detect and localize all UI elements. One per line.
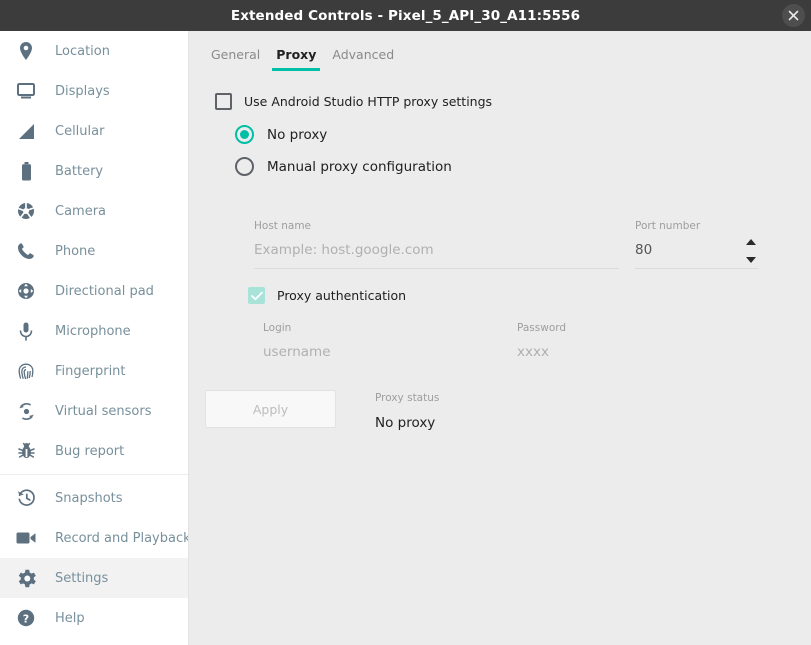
sidebar-item-label: Camera	[55, 204, 106, 219]
rotation-sensor-icon	[13, 398, 39, 424]
sidebar-item-settings[interactable]: Settings	[0, 558, 188, 598]
no-proxy-radio[interactable]	[235, 125, 254, 144]
proxy-status-label: Proxy status	[375, 392, 439, 404]
video-camera-icon	[13, 525, 39, 551]
location-pin-icon	[13, 38, 39, 64]
sidebar-item-label: Fingerprint	[55, 364, 126, 379]
tab-bar: General Proxy Advanced	[203, 47, 402, 71]
manual-proxy-radio[interactable]	[235, 157, 254, 176]
tab-proxy[interactable]: Proxy	[268, 47, 324, 71]
sidebar-item-cellular[interactable]: Cellular	[0, 111, 188, 151]
sidebar-item-label: Location	[55, 44, 110, 59]
login-input[interactable]: username	[263, 341, 498, 363]
sidebar-item-label: Microphone	[55, 324, 131, 339]
history-clock-icon	[13, 485, 39, 511]
password-input[interactable]: xxxx	[517, 341, 752, 363]
battery-icon	[13, 158, 39, 184]
manual-proxy-label: Manual proxy configuration	[267, 159, 452, 175]
sidebar-item-camera[interactable]: Camera	[0, 191, 188, 231]
sidebar-item-label: Settings	[55, 571, 108, 586]
no-proxy-row[interactable]: No proxy	[235, 123, 795, 146]
sidebar-item-label: Snapshots	[55, 491, 123, 506]
sidebar-item-microphone[interactable]: Microphone	[0, 311, 188, 351]
sidebar-item-label: Bug report	[55, 444, 124, 459]
window-body: Location Displays Cellular Battery Camer	[0, 31, 811, 645]
bug-icon	[13, 438, 39, 464]
password-field-block: Password xxxx	[517, 322, 752, 363]
port-number-input[interactable]: 80	[635, 239, 758, 261]
close-icon[interactable]	[782, 4, 805, 27]
host-name-input[interactable]: Example: host.google.com	[254, 239, 619, 261]
use-studio-proxy-checkbox[interactable]	[215, 93, 232, 110]
host-name-underline	[254, 268, 619, 269]
svg-text:?: ?	[23, 612, 29, 625]
monitor-icon	[13, 78, 39, 104]
login-label: Login	[263, 322, 498, 334]
use-studio-proxy-row[interactable]: Use Android Studio HTTP proxy settings	[215, 93, 795, 110]
sidebar-divider	[0, 474, 188, 475]
sidebar-item-record-and-playback[interactable]: Record and Playback	[0, 518, 188, 558]
host-name-label: Host name	[254, 220, 619, 232]
port-number-underline	[635, 268, 758, 269]
sidebar-item-bug-report[interactable]: Bug report	[0, 431, 188, 471]
camera-aperture-icon	[13, 198, 39, 224]
sidebar-item-phone[interactable]: Phone	[0, 231, 188, 271]
sidebar-item-snapshots[interactable]: Snapshots	[0, 478, 188, 518]
stepper-down-icon[interactable]	[746, 257, 756, 263]
window-titlebar: Extended Controls - Pixel_5_API_30_A11:5…	[0, 0, 811, 31]
password-label: Password	[517, 322, 752, 334]
phone-handset-icon	[13, 238, 39, 264]
sidebar-item-fingerprint[interactable]: Fingerprint	[0, 351, 188, 391]
window-title: Extended Controls - Pixel_5_API_30_A11:5…	[231, 8, 580, 24]
sidebar-item-location[interactable]: Location	[0, 31, 188, 71]
tab-advanced[interactable]: Advanced	[324, 47, 402, 71]
sidebar-item-directional-pad[interactable]: Directional pad	[0, 271, 188, 311]
proxy-authentication-checkbox[interactable]	[248, 287, 265, 304]
sidebar-item-label: Directional pad	[55, 284, 154, 299]
proxy-authentication-row[interactable]: Proxy authentication	[248, 287, 406, 304]
port-number-stepper[interactable]	[744, 239, 758, 263]
sidebar: Location Displays Cellular Battery Camer	[0, 31, 189, 645]
port-number-field-block: Port number 80	[635, 220, 758, 269]
login-field-block: Login username	[263, 322, 498, 363]
port-number-label: Port number	[635, 220, 758, 232]
microphone-icon	[13, 318, 39, 344]
main-panel: General Proxy Advanced Use Android Studi…	[190, 31, 811, 645]
proxy-status-value: No proxy	[375, 415, 439, 431]
host-name-field-block: Host name Example: host.google.com	[254, 220, 619, 269]
sidebar-item-battery[interactable]: Battery	[0, 151, 188, 191]
sidebar-item-label: Help	[55, 611, 85, 626]
signal-bars-icon	[13, 118, 39, 144]
sidebar-item-label: Virtual sensors	[55, 404, 151, 419]
gear-icon	[13, 565, 39, 591]
sidebar-item-label: Record and Playback	[55, 531, 189, 546]
use-studio-proxy-label: Use Android Studio HTTP proxy settings	[244, 94, 492, 109]
proxy-settings-form: Use Android Studio HTTP proxy settings N…	[215, 93, 795, 187]
tab-general[interactable]: General	[203, 47, 268, 71]
sidebar-item-virtual-sensors[interactable]: Virtual sensors	[0, 391, 188, 431]
question-mark-circle-icon: ?	[13, 605, 39, 631]
sidebar-item-label: Battery	[55, 164, 103, 179]
proxy-authentication-label: Proxy authentication	[277, 288, 406, 303]
fingerprint-icon	[13, 358, 39, 384]
sidebar-item-displays[interactable]: Displays	[0, 71, 188, 111]
sidebar-item-label: Cellular	[55, 124, 104, 139]
manual-proxy-row[interactable]: Manual proxy configuration	[235, 155, 795, 178]
dpad-icon	[13, 278, 39, 304]
stepper-up-icon[interactable]	[746, 239, 756, 245]
no-proxy-label: No proxy	[267, 127, 327, 143]
sidebar-item-label: Phone	[55, 244, 95, 259]
proxy-status-block: Proxy status No proxy	[375, 392, 439, 431]
apply-button[interactable]: Apply	[205, 390, 336, 428]
sidebar-item-label: Displays	[55, 84, 110, 99]
sidebar-item-help[interactable]: ? Help	[0, 598, 188, 638]
